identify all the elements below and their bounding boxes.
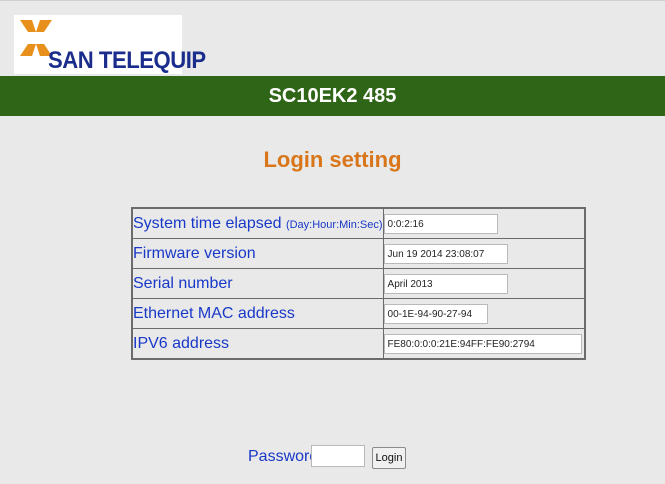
value-cell: April 2013	[382, 268, 586, 299]
row-label: IPV6 address	[133, 334, 230, 352]
system-time-label: System time elapsed (Day:Hour:Min:Sec)	[131, 207, 384, 239]
ipv6-address-label: IPV6 address	[131, 328, 384, 360]
table-row: IPV6 address FE80:0:0:0:21E:94FF:FE90:27…	[131, 328, 586, 360]
header-banner: SC10EK2 485	[0, 76, 665, 116]
value-cell: FE80:0:0:0:21E:94FF:FE90:2794	[382, 328, 586, 360]
table-row: Ethernet MAC address 00-1E-94-90-27-94	[131, 298, 586, 329]
password-label: Password	[248, 448, 319, 465]
table-row: Serial number April 2013	[131, 268, 586, 299]
table-row: Firmware version Jun 19 2014 23:08:07	[131, 238, 586, 269]
table-row: System time elapsed (Day:Hour:Min:Sec) 0…	[131, 207, 586, 239]
row-sublabel: (Day:Hour:Min:Sec)	[285, 218, 383, 231]
mac-address-field: 00-1E-94-90-27-94	[383, 303, 488, 324]
logo-text: SAN TELEQUIP	[48, 47, 206, 74]
company-logo: SAN TELEQUIP	[14, 15, 206, 74]
password-input[interactable]	[311, 445, 365, 467]
top-border	[0, 0, 665, 1]
device-info-table: System time elapsed (Day:Hour:Min:Sec) 0…	[131, 207, 586, 360]
row-label: Firmware version	[133, 244, 256, 262]
device-model-title: SC10EK2 485	[268, 85, 397, 107]
serial-number-label: Serial number	[131, 268, 384, 299]
value-cell: 0:0:2:16	[382, 207, 586, 239]
serial-number-field: April 2013	[383, 273, 508, 294]
value-cell: 00-1E-94-90-27-94	[382, 298, 586, 329]
ipv6-address-field: FE80:0:0:0:21E:94FF:FE90:2794	[383, 333, 582, 354]
row-label: System time elapsed	[133, 214, 286, 232]
row-label: Serial number	[133, 274, 233, 292]
firmware-version-label: Firmware version	[131, 238, 384, 269]
mac-address-label: Ethernet MAC address	[131, 298, 384, 329]
system-time-field: 0:0:2:16	[383, 213, 498, 234]
value-cell: Jun 19 2014 23:08:07	[382, 238, 586, 269]
login-button[interactable]: Login	[372, 447, 406, 469]
page-title: Login setting	[263, 147, 402, 172]
row-label: Ethernet MAC address	[133, 304, 295, 322]
firmware-version-field: Jun 19 2014 23:08:07	[383, 243, 508, 264]
